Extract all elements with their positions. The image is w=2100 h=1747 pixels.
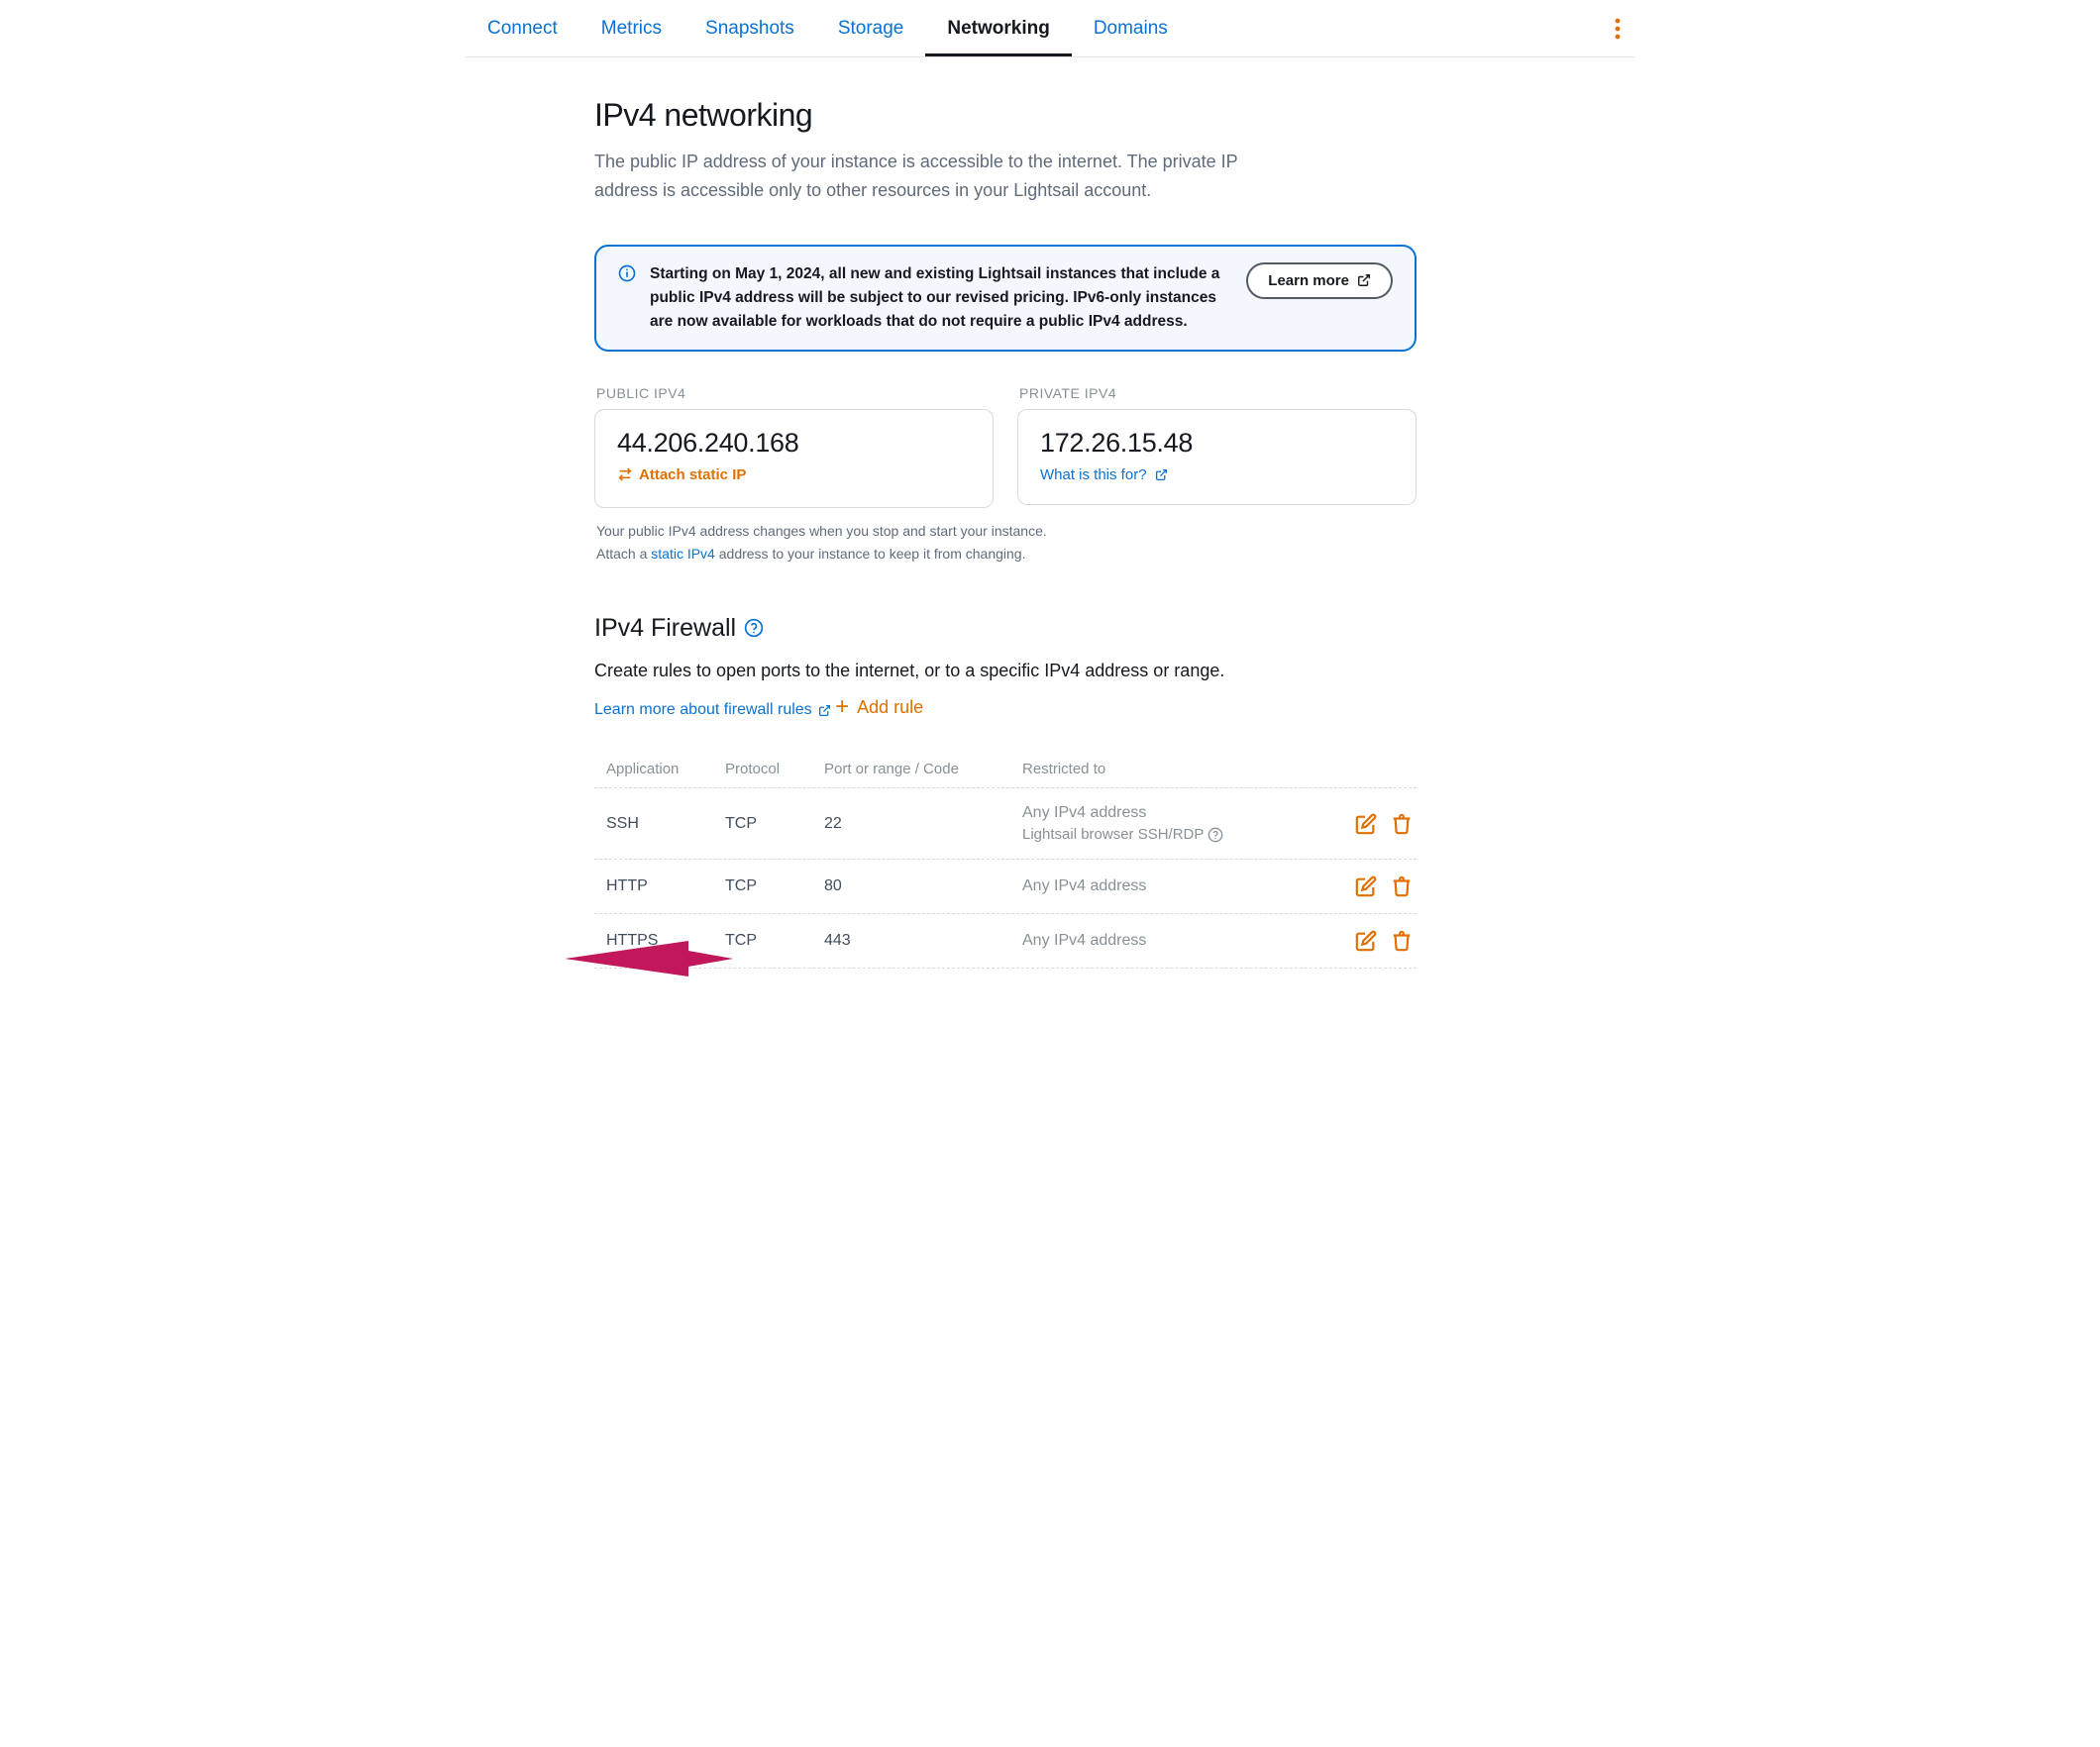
fw-port: 443 <box>824 932 1022 950</box>
help-icon[interactable] <box>744 618 764 638</box>
firewall-row: HTTP TCP 80 Any IPv4 address <box>594 860 1417 914</box>
col-restrict-header: Restricted to <box>1022 761 1337 777</box>
edit-icon[interactable] <box>1355 930 1377 952</box>
swap-icon <box>617 466 633 482</box>
annotation-arrow-icon <box>565 929 733 988</box>
pricing-notice: Starting on May 1, 2024, all new and exi… <box>594 245 1417 352</box>
fw-port: 80 <box>824 877 1022 895</box>
tab-connect[interactable]: Connect <box>466 0 579 56</box>
page-title: IPv4 networking <box>594 97 1417 134</box>
tab-domains[interactable]: Domains <box>1072 0 1190 56</box>
kebab-icon <box>1615 18 1621 40</box>
fw-restrict: Any IPv4 address <box>1022 932 1337 950</box>
fw-proto: TCP <box>725 815 824 833</box>
tab-metrics[interactable]: Metrics <box>579 0 683 56</box>
public-ip-label: PUBLIC IPV4 <box>596 385 994 401</box>
info-icon <box>618 264 636 282</box>
delete-icon[interactable] <box>1391 930 1413 952</box>
private-ip-label: PRIVATE IPV4 <box>1019 385 1417 401</box>
learn-firewall-link[interactable]: Learn more about firewall rules <box>594 701 831 719</box>
attach-static-ip-link[interactable]: Attach static IP <box>617 466 746 483</box>
public-ip-card: 44.206.240.168 Attach static IP <box>594 409 994 509</box>
col-app-header: Application <box>606 761 725 777</box>
private-ip-card: 172.26.15.48 What is this for? <box>1017 409 1417 505</box>
delete-icon[interactable] <box>1391 813 1413 835</box>
fw-restrict: Any IPv4 address <box>1022 877 1337 895</box>
firewall-subtitle: Create rules to open ports to the intern… <box>594 661 1417 681</box>
private-ip-value: 172.26.15.48 <box>1040 428 1394 459</box>
learn-more-button[interactable]: Learn more <box>1246 262 1393 299</box>
public-ip-helper: Your public IPv4 address changes when yo… <box>596 520 1417 565</box>
plus-icon: + <box>835 701 849 713</box>
firewall-heading: IPv4 Firewall <box>594 614 1417 643</box>
fw-restrict: Any IPv4 address Lightsail browser SSH/R… <box>1022 804 1337 843</box>
fw-app: SSH <box>606 815 725 833</box>
help-icon[interactable] <box>1208 827 1223 843</box>
edit-icon[interactable] <box>1355 813 1377 835</box>
col-proto-header: Protocol <box>725 761 824 777</box>
fw-proto: TCP <box>725 932 824 950</box>
fw-proto: TCP <box>725 877 824 895</box>
fw-port: 22 <box>824 815 1022 833</box>
firewall-table-header: Application Protocol Port or range / Cod… <box>594 753 1417 788</box>
firewall-row: SSH TCP 22 Any IPv4 address Lightsail br… <box>594 788 1417 860</box>
external-link-icon <box>818 704 831 717</box>
more-menu-button[interactable] <box>1601 8 1634 50</box>
fw-app: HTTP <box>606 877 725 895</box>
notice-text: Starting on May 1, 2024, all new and exi… <box>650 262 1232 334</box>
external-link-icon <box>1357 273 1371 287</box>
add-rule-button[interactable]: + Add rule <box>835 697 923 718</box>
public-ip-value: 44.206.240.168 <box>617 428 971 459</box>
tab-snapshots[interactable]: Snapshots <box>683 0 816 56</box>
edit-icon[interactable] <box>1355 875 1377 897</box>
page-subtitle: The public IP address of your instance i… <box>594 148 1268 205</box>
what-is-this-link[interactable]: What is this for? <box>1040 466 1168 483</box>
tab-networking[interactable]: Networking <box>925 0 1071 56</box>
static-ipv4-link[interactable]: static IPv4 <box>651 546 715 562</box>
col-port-header: Port or range / Code <box>824 761 1022 777</box>
delete-icon[interactable] <box>1391 875 1413 897</box>
external-link-icon <box>1155 468 1168 481</box>
tab-bar: Connect Metrics Snapshots Storage Networ… <box>466 0 1634 57</box>
tab-storage[interactable]: Storage <box>816 0 926 56</box>
